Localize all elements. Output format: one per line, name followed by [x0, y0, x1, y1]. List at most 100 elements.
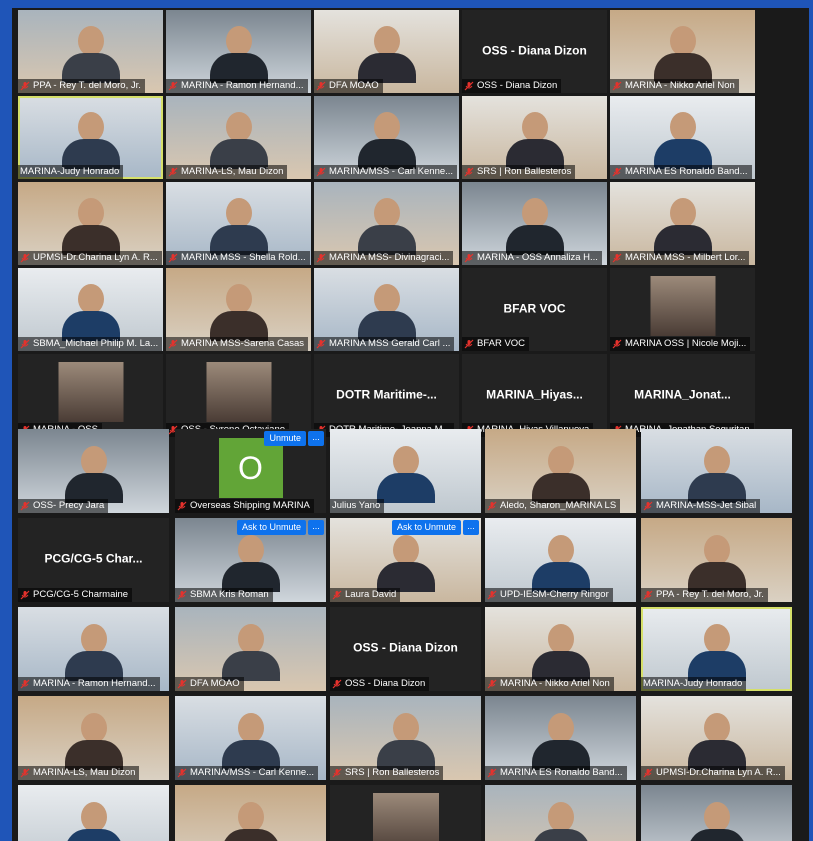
participant-tile[interactable]: MARINA ES Ronaldo Band...: [485, 696, 636, 780]
participant-tile[interactable]: UPMSI-Dr.Charina Lyn A. R...: [641, 696, 792, 780]
participant-tile[interactable]: MARINA-MSS-Jet Sibal: [641, 429, 792, 513]
participant-tile[interactable]: SBMA_Michael Philip M. La...: [18, 268, 163, 351]
participant-name-label: MARINA-LS, Mau Dizon: [181, 166, 284, 177]
participant-name: UPD-IESM-Cherry Ringor: [485, 588, 613, 602]
participant-tile[interactable]: MARINA - Ramon Hernand...: [166, 10, 311, 93]
participant-tile[interactable]: MARINA - Ramon Hernand...: [18, 607, 169, 691]
participant-tile[interactable]: MARINA/MSS - Carl Kenne...: [175, 696, 326, 780]
participant-tile[interactable]: [485, 785, 636, 841]
participant-tile[interactable]: Ask to Unmute... SBMA Kris Roman: [175, 518, 326, 602]
participant-tile[interactable]: UPMSI-Dr.Charina Lyn A. R...: [18, 182, 163, 265]
participant-tile[interactable]: PPA - Rey T. del Moro, Jr.: [641, 518, 792, 602]
participant-tile[interactable]: MARINA - Nikko Ariel Non: [610, 10, 755, 93]
muted-mic-icon: [20, 501, 30, 511]
participant-tile[interactable]: MARINA-LS, Mau Dizon: [18, 696, 169, 780]
participant-name: PPA - Rey T. del Moro, Jr.: [641, 588, 768, 602]
participant-tile[interactable]: UPD-IESM-Cherry Ringor: [485, 518, 636, 602]
participant-tile[interactable]: MARINA MSS Gerald Carl ...: [314, 268, 459, 351]
participant-tile[interactable]: DFA MOAO: [314, 10, 459, 93]
ask-to-unmute-button[interactable]: Ask to Unmute: [236, 520, 306, 535]
participant-name-label: Laura David: [345, 589, 397, 600]
participant-tile[interactable]: MARINA_Jonat...MARINA_Jonathan Seguritan: [610, 354, 755, 437]
participant-video: [221, 535, 280, 592]
participant-tile[interactable]: [175, 785, 326, 841]
participant-tile[interactable]: [18, 785, 169, 841]
participant-name-label: MARINA-Judy Honrado: [20, 166, 120, 177]
participant-name-label: MARINA-LS, Mau Dizon: [33, 767, 136, 778]
participant-tile[interactable]: BFAR VOC BFAR VOC: [462, 268, 607, 351]
participant-tile[interactable]: Aledo, Sharon_MARINA LS: [485, 429, 636, 513]
participant-tile[interactable]: O Unmute... Overseas Shipping MARINA: [175, 429, 326, 513]
participant-tile[interactable]: PCG/CG-5 Char... PCG/CG-5 Charmaine: [18, 518, 169, 602]
participant-tile[interactable]: [641, 785, 792, 841]
participant-name: DFA MOAO: [175, 677, 244, 691]
participant-video: [357, 26, 416, 83]
participant-video: [357, 198, 416, 255]
more-options-icon[interactable]: ...: [308, 520, 324, 535]
participant-tile[interactable]: MARINA OSS | Nicole Moji...: [610, 268, 755, 351]
participant-tile[interactable]: PPA - Rey T. del Moro, Jr.: [18, 10, 163, 93]
participant-tile[interactable]: OSS - Diana Dizon OSS - Diana Dizon: [462, 10, 607, 93]
participant-name-label: SBMA Kris Roman: [190, 589, 269, 600]
participant-name: MARINA ES Ronaldo Band...: [485, 766, 627, 780]
participant-name-label: MARINA - Ramon Hernand...: [181, 80, 304, 91]
participant-video: [531, 713, 590, 770]
muted-mic-icon: [643, 590, 653, 600]
participant-tile[interactable]: Ask to Unmute... Laura David: [330, 518, 481, 602]
participant-name-label: MARINA MSS - Shella Rold...: [181, 252, 306, 263]
participant-tile[interactable]: OSS- Precy Jara: [18, 429, 169, 513]
participant-tile[interactable]: Julius Yano: [330, 429, 481, 513]
participant-tile[interactable]: [330, 785, 481, 841]
participant-video: [505, 198, 564, 255]
participant-tile[interactable]: MARINA-LS, Mau Dizon: [166, 96, 311, 179]
participant-name-label: SRS | Ron Ballesteros: [345, 767, 440, 778]
participant-name: Aledo, Sharon_MARINA LS: [485, 499, 621, 513]
participant-tile[interactable]: DFA MOAO: [175, 607, 326, 691]
participant-tile[interactable]: MARINA-Judy Honrado: [18, 96, 163, 179]
participant-tile[interactable]: MARINA/MSS - Carl Kenne...: [314, 96, 459, 179]
participant-name: Julius Yano: [330, 499, 385, 513]
muted-mic-icon: [20, 679, 30, 689]
more-options-icon[interactable]: ...: [463, 520, 479, 535]
muted-mic-icon: [168, 339, 178, 349]
participant-tile[interactable]: SRS | Ron Ballesteros: [330, 696, 481, 780]
participant-tile[interactable]: MARINA ES Ronaldo Band...: [610, 96, 755, 179]
participant-tile[interactable]: MARINA MSS - Milbert Lor...: [610, 182, 755, 265]
participant-tile[interactable]: MARINA MSS- Divinagraci...: [314, 182, 459, 265]
participant-name-label: MARINA ES Ronaldo Band...: [500, 767, 623, 778]
participant-tile[interactable]: DOTR Maritime-...DOTR Maritime- Joanna M…: [314, 354, 459, 437]
participant-tile[interactable]: SRS | Ron Ballesteros: [462, 96, 607, 179]
participant-tile[interactable]: MARINA-Judy Honrado: [641, 607, 792, 691]
muted-mic-icon: [487, 590, 497, 600]
participant-name: MARINA MSS- Divinagraci...: [314, 251, 454, 265]
participant-name: OSS- Precy Jara: [18, 499, 109, 513]
participant-tile[interactable]: MARINA - Nikko Ariel Non: [485, 607, 636, 691]
participant-gallery: PPA - Rey T. del Moro, Jr. MARINA - Ramon…: [12, 8, 809, 841]
more-options-icon[interactable]: ...: [308, 431, 324, 446]
participant-tile[interactable]: MARINA - OSS: [18, 354, 163, 437]
participant-tile[interactable]: MARINA_Hiyas...MARINA_Hiyas Villanueva: [462, 354, 607, 437]
participant-name-label: MARINA-Judy Honrado: [643, 678, 743, 689]
ask-to-unmute-button[interactable]: Ask to Unmute: [391, 520, 461, 535]
participant-name-label: MARINA - OSS Annaliza H...: [477, 252, 598, 263]
muted-mic-icon: [168, 167, 178, 177]
participant-name-label: UPMSI-Dr.Charina Lyn A. R...: [656, 767, 781, 778]
participant-video: [221, 802, 280, 841]
participant-video: [687, 624, 746, 681]
participant-video: [531, 624, 590, 681]
participant-display-name: MARINA_Jonat...: [634, 387, 731, 402]
participant-tile[interactable]: MARINA - OSS Annaliza H...: [462, 182, 607, 265]
participant-tile[interactable]: OSS - Diana Dizon OSS - Diana Dizon: [330, 607, 481, 691]
participant-video: [221, 624, 280, 681]
participant-name: MARINA - Nikko Ariel Non: [485, 677, 614, 691]
participant-tile[interactable]: MARINA MSS - Shella Rold...: [166, 182, 311, 265]
participant-video: [64, 713, 123, 770]
muted-mic-icon: [612, 253, 622, 263]
participant-name: MARINA ES Ronaldo Band...: [610, 165, 752, 179]
participant-tile[interactable]: OSS - Syrene Octaviano: [166, 354, 311, 437]
unmute-button[interactable]: Unmute: [264, 431, 306, 446]
muted-mic-icon: [332, 768, 342, 778]
muted-mic-icon: [20, 768, 30, 778]
participant-video: [687, 802, 746, 841]
participant-tile[interactable]: MARINA MSS-Sarena Casas: [166, 268, 311, 351]
